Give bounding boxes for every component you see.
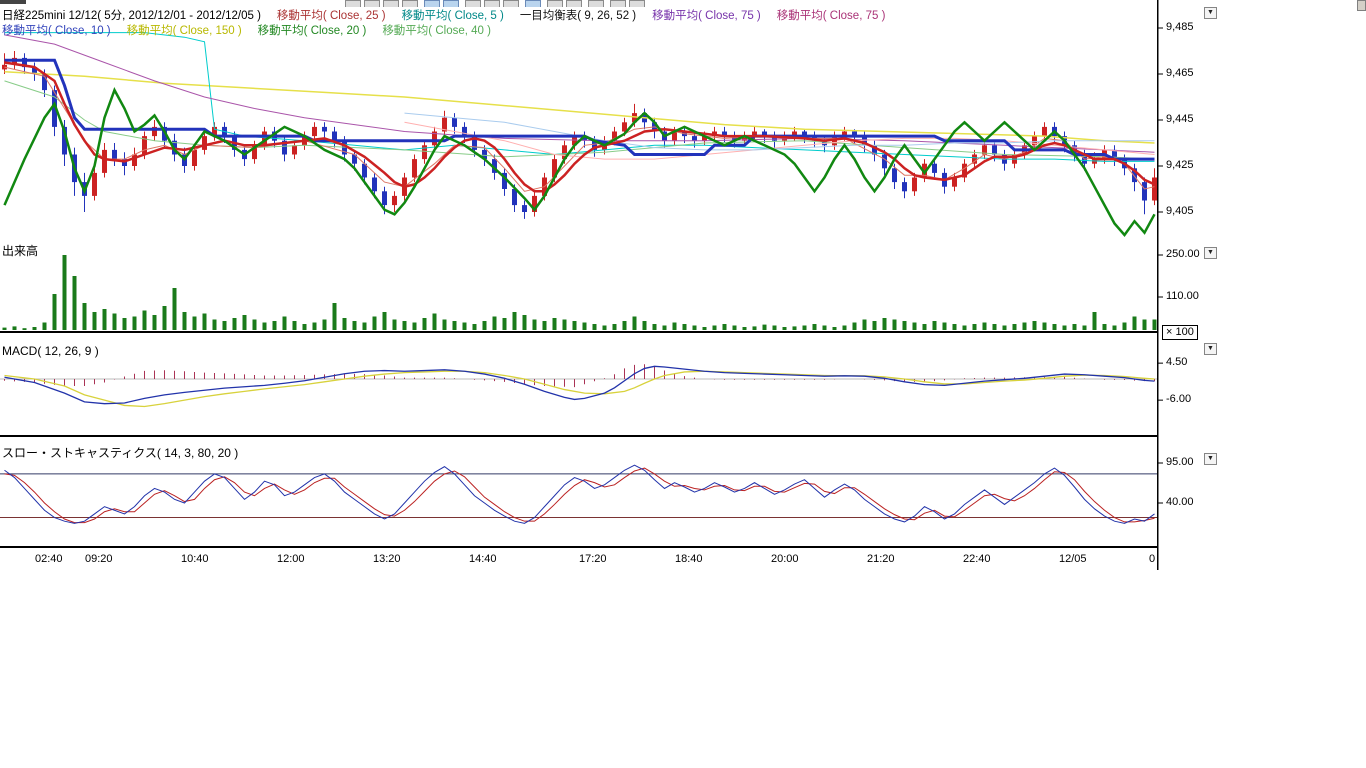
axis-value-label: 9,445	[1166, 113, 1194, 125]
indicator-label: 移動平均( Close, 20 )	[258, 22, 367, 38]
toolbar-button-fragment[interactable]	[588, 0, 604, 7]
toolbar-fragment	[0, 0, 1157, 7]
toolbar-button-fragment[interactable]	[566, 0, 582, 7]
time-axis-label: 14:40	[469, 553, 497, 565]
toolbar-button-fragment[interactable]	[465, 0, 481, 7]
time-axis-label: 12/05	[1059, 553, 1087, 565]
indicator-label: 移動平均( Close, 75 )	[652, 7, 761, 23]
volume-panel-label: 出来高	[2, 242, 38, 259]
stochastics-layer	[0, 465, 1157, 523]
axis-value-label: 110.00	[1166, 290, 1199, 302]
toolbar-button-fragment[interactable]	[547, 0, 563, 7]
toolbar-button-fragment[interactable]	[364, 0, 380, 7]
macd-signal-line	[5, 371, 1155, 406]
axis-value-label: 9,405	[1166, 205, 1194, 217]
ma-lines-layer	[5, 33, 1155, 235]
panel-dropdown-button-price[interactable]: ▼	[1204, 7, 1217, 19]
time-axis-label: 20:00	[771, 553, 799, 565]
time-axis-label: 22:40	[963, 553, 991, 565]
ma25-line	[5, 63, 1155, 192]
time-axis-label: 12:00	[277, 553, 305, 565]
toolbar-button-fragment[interactable]	[503, 0, 519, 7]
time-axis-label: 02:40	[35, 553, 63, 565]
toolbar-button-fragment[interactable]	[484, 0, 500, 7]
axis-value-label: 95.00	[1166, 456, 1194, 468]
macd-panel-label: MACD( 12, 26, 9 )	[2, 344, 99, 358]
indicator-label: 移動平均( Close, 75 )	[777, 7, 886, 23]
toolbar-button-fragment[interactable]	[525, 0, 541, 7]
toolbar-button-fragment[interactable]	[629, 0, 645, 7]
time-axis-label: 21:20	[867, 553, 895, 565]
macd-layer	[0, 364, 1157, 406]
frame-layer	[0, 0, 1163, 570]
indicator-label: 移動平均( Close, 5 )	[402, 7, 504, 23]
indicator-label: 移動平均( Close, 40 )	[382, 22, 491, 38]
indicator-label: 移動平均( Close, 10 )	[2, 22, 111, 38]
volume-multiplier-box: × 100	[1162, 325, 1198, 340]
macd-line	[5, 366, 1155, 403]
time-axis-label: 09:20	[85, 553, 113, 565]
time-axis-label: 13:20	[373, 553, 401, 565]
chart-canvas[interactable]	[0, 0, 1366, 768]
toolbar-button-fragment[interactable]	[345, 0, 361, 7]
axis-value-label: 250.00	[1166, 248, 1200, 260]
toolbar-button-fragment[interactable]	[443, 0, 459, 7]
toolbar-button-fragment[interactable]	[610, 0, 626, 7]
toolbar-button-fragment[interactable]	[424, 0, 440, 7]
axis-value-label: 9,465	[1166, 67, 1194, 79]
toolbar-button-fragment[interactable]	[402, 0, 418, 7]
ma150-line	[5, 72, 1155, 143]
axis-value-label: 40.00	[1166, 496, 1194, 508]
time-axis-label: 18:40	[675, 553, 703, 565]
panel-dropdown-button-macd[interactable]: ▼	[1204, 343, 1217, 355]
axis-value-label: 9,425	[1166, 159, 1194, 171]
indicator-label: 移動平均( Close, 25 )	[277, 7, 386, 23]
time-axis-label: 10:40	[181, 553, 209, 565]
axis-value-label: -6.00	[1166, 393, 1191, 405]
toolbar-button-fragment[interactable]	[383, 0, 399, 7]
indicator-legend-row1: 移動平均( Close, 25 ) 移動平均( Close, 5 ) 一目均衡表( …	[277, 7, 885, 23]
stoch-panel-label: スロー・ストキャスティクス( 14, 3, 80, 20 )	[2, 444, 238, 461]
indicator-label: 一目均衡表( 9, 26, 52 )	[520, 7, 636, 23]
window-edge-fragment	[0, 0, 26, 4]
time-axis-label: 0	[1149, 553, 1155, 565]
stoch-d-line	[5, 468, 1155, 523]
panel-dropdown-button-stoch[interactable]: ▼	[1204, 453, 1217, 465]
axis-value-label: 4.50	[1166, 356, 1187, 368]
scrollbar-fragment[interactable]	[1357, 0, 1366, 11]
legend-row-1: 日経225mini 12/12( 5分, 2012/12/01 - 2012/1…	[2, 7, 885, 23]
chart-title: 日経225mini 12/12( 5分, 2012/12/01 - 2012/1…	[2, 7, 261, 23]
time-axis-label: 17:20	[579, 553, 607, 565]
chart-application-window: 日経225mini 12/12( 5分, 2012/12/01 - 2012/1…	[0, 0, 1366, 768]
volume-bars-layer	[3, 255, 1157, 330]
legend-row-2: 移動平均( Close, 10 ) 移動平均( Close, 150 ) 移動平均(…	[2, 22, 491, 38]
axis-value-label: 9,485	[1166, 21, 1194, 33]
panel-dropdown-button-volume[interactable]: ▼	[1204, 247, 1217, 259]
indicator-label: 移動平均( Close, 150 )	[127, 22, 242, 38]
